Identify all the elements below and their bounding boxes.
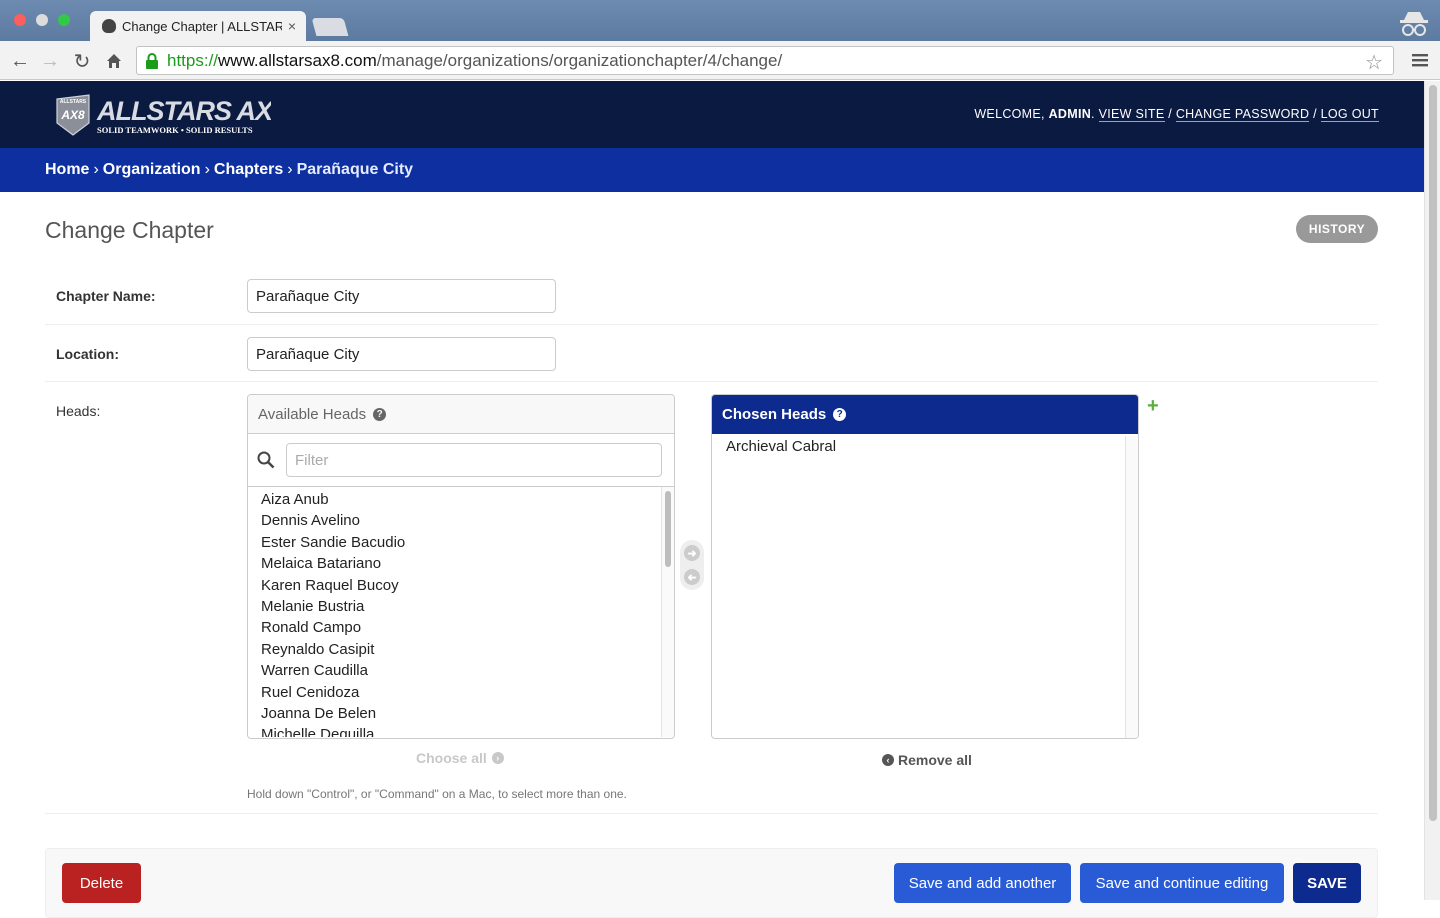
page-title: Change Chapter — [45, 217, 214, 243]
choose-all-label: Choose all — [416, 750, 487, 766]
back-arrow-icon[interactable]: ← — [8, 49, 32, 73]
location-row: Location: Parañaque City — [45, 325, 1378, 382]
list-scrollbar-thumb[interactable] — [665, 491, 671, 567]
remove-all-link[interactable]: ‹ Remove all — [882, 752, 972, 768]
save-button[interactable]: SAVE — [1293, 863, 1361, 903]
svg-text:ALLSTARS: ALLSTARS — [60, 99, 87, 105]
address-bar[interactable]: https://www.allstarsax8.com/manage/organ… — [136, 46, 1394, 75]
add-related-plus-icon[interactable]: + — [1147, 395, 1159, 418]
remove-all-label: Remove all — [898, 752, 972, 768]
svg-text:AX8: AX8 — [60, 108, 85, 122]
chevron-left-icon: ‹ — [882, 754, 894, 766]
chevron-right-icon: › — [491, 752, 504, 764]
breadcrumb-home[interactable]: Home — [45, 161, 89, 179]
breadcrumb-chapters[interactable]: Chapters — [214, 161, 283, 179]
available-heads-title: Available Heads ? — [248, 395, 674, 434]
forward-arrow-icon[interactable]: → — [38, 49, 62, 73]
choose-all-link[interactable]: Choose all › — [416, 750, 504, 766]
available-head-option[interactable]: Melaica Batariano — [248, 553, 674, 574]
separator: / — [1168, 107, 1173, 121]
list-scrollbar[interactable] — [661, 487, 674, 737]
breadcrumb: Home › Organization › Chapters › Parañaq… — [0, 148, 1424, 192]
window-close-button[interactable] — [14, 14, 26, 26]
available-head-option[interactable]: Michelle Dequilla — [248, 724, 674, 737]
filter-row: Filter — [248, 434, 674, 487]
new-tab-button[interactable] — [311, 18, 349, 36]
browser-toolbar: ← → ↻ https://www.allstarsax8.com/manage… — [0, 41, 1440, 80]
help-text: Hold down "Control", or "Command" on a M… — [247, 787, 627, 801]
submit-row: Delete Save and add another Save and con… — [45, 848, 1378, 918]
breadcrumb-separator: › — [93, 161, 99, 178]
breadcrumb-separator: › — [204, 161, 210, 178]
filter-input[interactable]: Filter — [286, 443, 662, 477]
svg-text:ALLSTARS AX8: ALLSTARS AX8 — [96, 96, 271, 126]
username: ADMIN — [1048, 107, 1092, 121]
available-head-option[interactable]: Reynaldo Casipit — [248, 639, 674, 660]
help-icon[interactable]: ? — [373, 407, 387, 421]
available-head-option[interactable]: Aiza Anub — [248, 489, 674, 510]
home-icon[interactable] — [102, 49, 126, 73]
svg-text:SOLID TEAMWORK • SOLID RESULTS: SOLID TEAMWORK • SOLID RESULTS — [97, 125, 253, 135]
search-icon — [257, 451, 275, 469]
available-head-option[interactable]: Warren Caudilla — [248, 660, 674, 681]
location-label: Location: — [56, 346, 119, 362]
tab-close-icon[interactable]: × — [288, 18, 296, 34]
lock-icon — [146, 52, 158, 69]
chapter-name-label: Chapter Name: — [56, 288, 156, 304]
bookmark-star-icon[interactable]: ☆ — [1365, 50, 1383, 75]
browser-titlebar: Change Chapter | ALLSTARS × — [0, 0, 1440, 41]
available-head-option[interactable]: Joanna De Belen — [248, 703, 674, 724]
remove-selected-arrow-icon[interactable]: ➜ — [684, 569, 700, 585]
browser-menu-icon[interactable] — [1410, 50, 1430, 70]
available-heads-selector: Available Heads ? Filter Aiza Anub Denni… — [247, 394, 675, 739]
breadcrumb-current: Parañaque City — [296, 161, 414, 178]
browser-chrome: Change Chapter | ALLSTARS × ← → ↻ https:… — [0, 0, 1440, 80]
site-header: ALLSTARS AX8 ALLSTARS AX8 SOLID TEAMWORK… — [0, 81, 1424, 148]
location-input[interactable]: Parañaque City — [247, 337, 556, 371]
add-selected-arrow-icon[interactable]: ➜ — [684, 545, 700, 561]
help-icon[interactable]: ? — [833, 408, 847, 421]
page-scrollbar-thumb[interactable] — [1429, 85, 1437, 821]
save-and-continue-button[interactable]: Save and continue editing — [1080, 863, 1284, 903]
available-head-option[interactable]: Karen Raquel Bucoy — [248, 575, 674, 596]
available-head-option[interactable]: Ronald Campo — [248, 617, 674, 638]
change-password-link[interactable]: CHANGE PASSWORD — [1175, 107, 1310, 122]
separator: / — [1313, 107, 1317, 121]
chosen-heads-list[interactable]: Archieval Cabral — [712, 436, 1138, 738]
window-minimize-button[interactable] — [36, 14, 48, 26]
view-site-link[interactable]: VIEW SITE — [1098, 107, 1165, 122]
log-out-link[interactable]: LOG OUT — [1320, 107, 1379, 122]
window-maximize-button[interactable] — [58, 14, 70, 26]
selector-move-buttons: ➜ ➜ — [680, 540, 704, 590]
breadcrumb-separator: › — [287, 161, 293, 178]
chapter-name-input[interactable]: Parañaque City — [247, 279, 556, 313]
available-head-option[interactable]: Ester Sandie Bacudio — [248, 532, 674, 553]
available-head-option[interactable]: Dennis Avelino — [248, 510, 674, 531]
chosen-head-option[interactable]: Archieval Cabral — [712, 436, 1138, 457]
user-tools: WELCOME, ADMIN. VIEW SITE / CHANGE PASSW… — [974, 107, 1379, 122]
delete-button[interactable]: Delete — [62, 863, 141, 903]
available-heads-label: Available Heads — [258, 405, 367, 423]
available-head-option[interactable]: Melanie Bustria — [248, 596, 674, 617]
chapter-name-row: Chapter Name: Parañaque City — [45, 267, 1378, 325]
tab-title: Change Chapter | ALLSTARS — [122, 18, 282, 34]
chosen-heads-label: Chosen Heads — [722, 406, 827, 423]
list-scrollbar[interactable] — [1125, 436, 1138, 738]
chosen-heads-title: Chosen Heads ? — [712, 395, 1138, 434]
browser-tab[interactable]: Change Chapter | ALLSTARS × — [90, 11, 306, 41]
welcome-text: WELCOME, — [974, 107, 1045, 121]
chosen-heads-selector: Chosen Heads ? Archieval Cabral — [711, 394, 1139, 739]
save-and-add-another-button[interactable]: Save and add another — [894, 863, 1071, 903]
breadcrumb-organization[interactable]: Organization — [103, 161, 201, 179]
heads-label: Heads: — [56, 403, 101, 419]
available-head-option[interactable]: Ruel Cenidoza — [248, 682, 674, 703]
allstars-logo[interactable]: ALLSTARS AX8 ALLSTARS AX8 SOLID TEAMWORK… — [55, 93, 271, 137]
page-scrollbar[interactable] — [1424, 81, 1440, 900]
history-button[interactable]: HISTORY — [1296, 215, 1378, 243]
available-heads-list[interactable]: Aiza Anub Dennis Avelino Ester Sandie Ba… — [248, 487, 674, 737]
url-text: https://www.allstarsax8.com/manage/organ… — [167, 50, 783, 70]
shield-favicon-icon — [102, 19, 116, 33]
reload-icon[interactable]: ↻ — [70, 49, 94, 73]
incognito-icon — [1400, 12, 1428, 36]
